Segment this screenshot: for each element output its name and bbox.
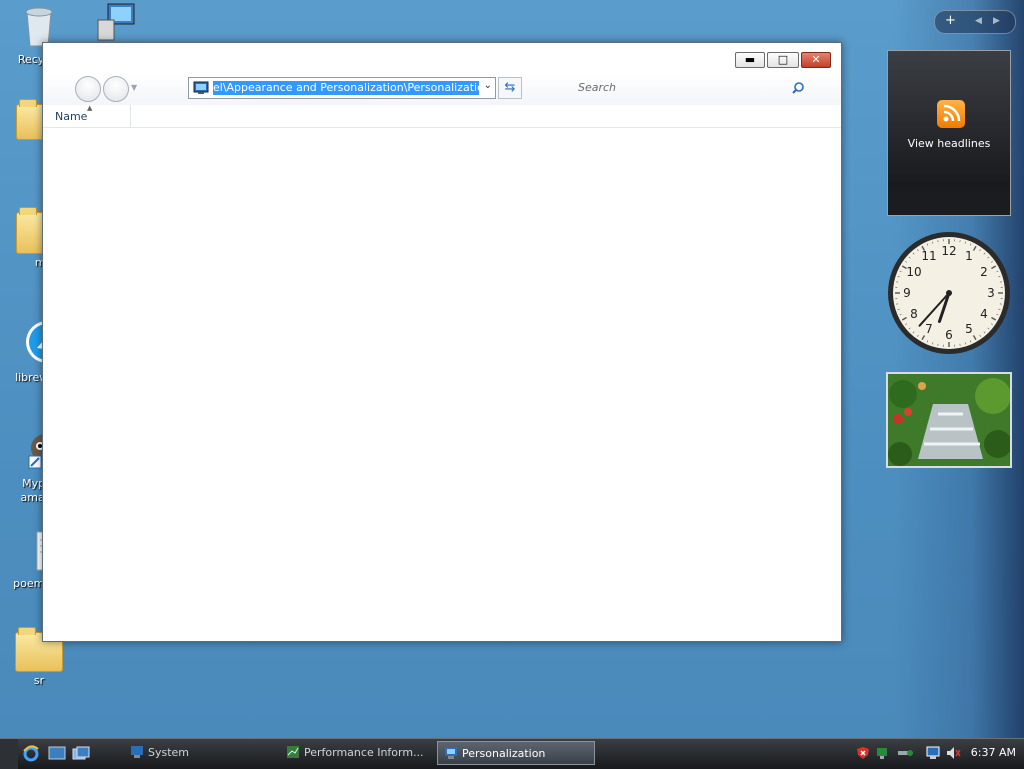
clock-numeral-2: 2: [980, 265, 988, 279]
security-alert-icon[interactable]: [856, 746, 870, 760]
minimize-button[interactable]: ▬: [735, 52, 765, 68]
slideshow-gadget[interactable]: [886, 372, 1012, 468]
sort-ascending-icon: ▲: [87, 104, 92, 112]
minimize-icon: ▬: [736, 53, 764, 67]
address-bar[interactable]: el\Appearance and Personalization\Person…: [188, 77, 496, 99]
refresh-button[interactable]: ⇆: [498, 77, 522, 99]
system-icon: [130, 745, 144, 759]
personalization-icon: [444, 746, 458, 760]
clock-numeral-6: 6: [945, 328, 953, 342]
clock-numeral-12: 12: [941, 244, 956, 258]
taskbar-item-system[interactable]: System: [124, 741, 274, 765]
close-button[interactable]: ✕: [801, 52, 831, 68]
clock-numeral-11: 11: [921, 249, 936, 263]
control-panel-icon: [193, 81, 209, 95]
column-divider[interactable]: [130, 105, 131, 127]
clock-numeral-1: 1: [965, 249, 973, 263]
personalization-window[interactable]: ▬ □ ✕ ▼ el\Appearance and Personalizatio…: [42, 42, 842, 642]
recent-pages-chevron-icon[interactable]: ▼: [131, 83, 137, 92]
file-list-area[interactable]: [43, 128, 841, 640]
column-header-name[interactable]: Name: [55, 110, 87, 123]
search-placeholder[interactable]: Search: [578, 81, 616, 94]
windows-update-icon[interactable]: [926, 746, 942, 760]
internet-explorer-icon[interactable]: [22, 745, 40, 763]
close-icon: ✕: [802, 53, 830, 67]
back-button[interactable]: [75, 76, 101, 102]
waterfall-photo: [888, 374, 1010, 466]
desktop-icon-computer[interactable]: [82, 2, 152, 47]
notification-area: 6:37 AM: [850, 739, 1024, 769]
safely-remove-hardware-icon[interactable]: [896, 747, 914, 759]
next-icon[interactable]: ▶: [993, 16, 1000, 26]
title-bar[interactable]: ▬ □ ✕: [43, 43, 841, 73]
taskbar-item-performance[interactable]: Performance Inform...: [280, 741, 432, 765]
maximize-icon: □: [768, 53, 798, 67]
sidebar-controls[interactable]: + ◀ ▶: [934, 10, 1016, 34]
switch-windows-icon[interactable]: [72, 746, 90, 762]
address-dropdown-icon[interactable]: ⌄: [484, 80, 492, 91]
system-clock[interactable]: 6:37 AM: [971, 746, 1016, 759]
taskbar-item-label: Personalization: [462, 747, 545, 760]
view-headlines-label[interactable]: View headlines: [888, 137, 1010, 150]
clock-numeral-9: 9: [903, 286, 911, 300]
feed-headlines-gadget[interactable]: View headlines: [887, 50, 1011, 216]
clock-face: 12 1 2 3 4 5 6 7 8 9 10 11: [886, 230, 1012, 356]
clock-numeral-5: 5: [965, 322, 973, 336]
maximize-button[interactable]: □: [767, 52, 799, 68]
desktop-icon-label: sr: [4, 674, 74, 687]
show-desktop-icon[interactable]: [48, 746, 66, 762]
clock-gadget[interactable]: 12 1 2 3 4 5 6 7 8 9 10 11: [886, 230, 1012, 356]
search-box[interactable]: Search: [578, 81, 808, 97]
network-icon[interactable]: [876, 746, 890, 760]
taskbar-item-label: System: [148, 746, 189, 759]
search-icon[interactable]: [791, 81, 805, 95]
previous-icon[interactable]: ◀: [975, 16, 982, 26]
clock-numeral-3: 3: [987, 286, 995, 300]
clock-numeral-8: 8: [910, 307, 918, 321]
clock-numeral-4: 4: [980, 307, 988, 321]
forward-button[interactable]: [103, 76, 129, 102]
column-header-row: ▲ Name: [43, 105, 841, 128]
taskbar: System Performance Inform... Personaliza…: [0, 738, 1024, 769]
taskbar-item-personalization[interactable]: Personalization: [437, 741, 595, 765]
performance-icon: [286, 745, 300, 759]
add-gadget-icon[interactable]: +: [945, 13, 956, 28]
clock-numeral-10: 10: [906, 265, 921, 279]
address-text[interactable]: el\Appearance and Personalization\Person…: [213, 81, 479, 95]
taskbar-item-label: Performance Inform...: [304, 746, 424, 759]
start-button[interactable]: [0, 739, 18, 769]
feed-gadget-footer: [888, 187, 1010, 215]
volume-muted-icon[interactable]: [946, 746, 962, 760]
refresh-icon: ⇆: [505, 80, 516, 95]
clock-numeral-7: 7: [925, 322, 933, 336]
rss-feed-icon: [937, 100, 965, 128]
computer-icon: [82, 2, 152, 45]
